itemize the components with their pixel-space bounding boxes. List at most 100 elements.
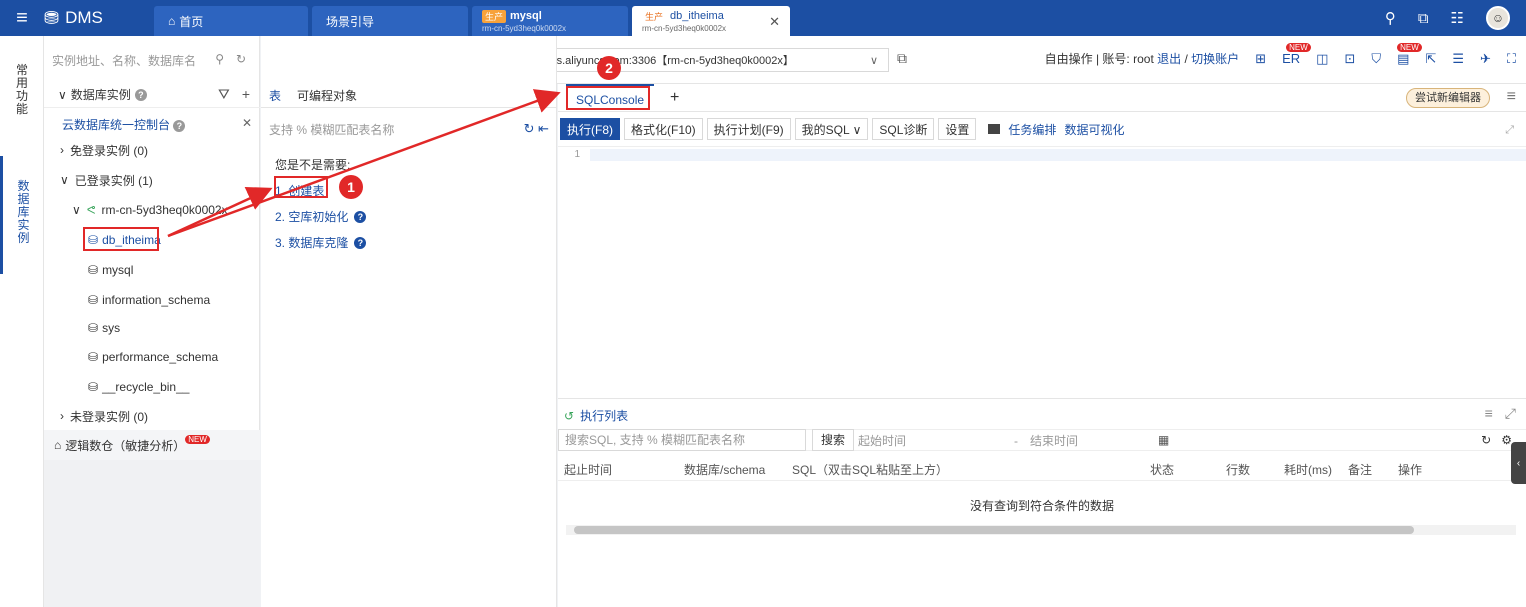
sql-window-icon[interactable]: ⧉: [1418, 10, 1429, 27]
add-tab-icon[interactable]: +: [670, 89, 679, 107]
rail-common-functions[interactable]: 常用功能: [0, 64, 44, 116]
col-remark: 备注: [1348, 463, 1373, 477]
tree-instance[interactable]: ∨ ᕙ rm-cn-5yd3heq0k0002x: [44, 200, 260, 220]
suggest-clone-db[interactable]: 3. 数据库克隆 ?: [275, 234, 367, 251]
scrollbar-thumb[interactable]: [574, 526, 1414, 534]
instance-search-input[interactable]: 实例地址、名称、数据库名 ⚲ ↻: [52, 48, 252, 72]
tab-programmable[interactable]: 可编程对象: [289, 84, 365, 108]
chevron-down-icon: ∨: [60, 173, 69, 187]
tree-db-performance-schema[interactable]: ⛁ performance_schema: [44, 347, 260, 367]
date-range-input[interactable]: 起始时间 - 结束时间: [858, 430, 1178, 452]
help-icon[interactable]: ?: [354, 236, 367, 249]
menu-icon[interactable]: ≡: [1485, 405, 1493, 422]
tree-free-login[interactable]: › 免登录实例 (0): [44, 140, 260, 160]
send-icon[interactable]: ✈: [1480, 51, 1491, 67]
chevron-down-icon: ∨: [58, 87, 67, 102]
suggest-init-db[interactable]: 2. 空库初始化 ?: [275, 208, 367, 225]
history-icon: ↺: [564, 408, 575, 423]
tree-instance-label: rm-cn-5yd3heq0k0002x: [101, 203, 228, 217]
instance-header[interactable]: ∨ 数据库实例 ? ⛛ +: [44, 82, 260, 108]
horizontal-scrollbar[interactable]: [566, 525, 1516, 535]
refresh-icon[interactable]: ↻: [524, 121, 535, 136]
fullscreen-icon[interactable]: ⛶: [1507, 51, 1516, 67]
date-separator: -: [1014, 434, 1018, 448]
filter-icon[interactable]: ⛛: [218, 86, 230, 103]
settings-button[interactable]: 设置: [938, 118, 977, 140]
expand-icon[interactable]: ⤢: [1505, 405, 1516, 422]
monitor-icon[interactable]: ◫: [1316, 51, 1328, 67]
my-sql-button[interactable]: 我的SQL ∨: [794, 118, 869, 140]
help-icon[interactable]: ?: [354, 210, 367, 223]
tab-db-itheima[interactable]: 生产 db_itheima rm-cn-5yd3heq0k0002x ✕: [632, 6, 790, 36]
hamburger-menu-icon[interactable]: ≡: [0, 0, 44, 36]
cloud-console-link[interactable]: 云数据库统一控制台 ? ✕: [62, 116, 252, 133]
rail-db-instances[interactable]: 数据库实例: [0, 156, 44, 274]
help-icon[interactable]: ?: [173, 120, 186, 132]
data-visualization-link[interactable]: 数据可视化: [1064, 121, 1124, 138]
refresh-icon[interactable]: ↻: [1481, 433, 1491, 447]
task-orchestration-link[interactable]: 任务编排: [1008, 121, 1056, 138]
collapse-icon[interactable]: ⇤: [538, 121, 549, 136]
list-icon[interactable]: ☰: [1452, 51, 1464, 67]
logout-link[interactable]: 退出: [1157, 52, 1181, 66]
help-icon[interactable]: ?: [134, 88, 147, 101]
side-panel-handle[interactable]: ‹: [1511, 442, 1526, 484]
env-badge: 生产: [642, 9, 667, 23]
tab-db-itheima-sub: rm-cn-5yd3heq0k0002x: [642, 23, 727, 33]
tab-tables[interactable]: 表: [261, 84, 289, 108]
current-line: [590, 149, 1526, 161]
tab-home[interactable]: ⌂ 首页: [154, 6, 308, 36]
avatar[interactable]: ☺: [1486, 6, 1510, 30]
grid-icon[interactable]: ⊞: [1255, 51, 1266, 67]
copy-icon[interactable]: ⧉: [897, 50, 907, 67]
exec-search-button[interactable]: 搜索: [812, 429, 855, 451]
my-sql-label: 我的SQL: [801, 123, 850, 137]
execute-button[interactable]: 执行(F8): [560, 118, 620, 140]
dms-logo[interactable]: ⛃ DMS: [44, 8, 154, 29]
instance-panel: 实例地址、名称、数据库名 ⚲ ↻ ∨ 数据库实例 ? ⛛ + 云数据库统一控制台…: [44, 36, 260, 607]
tree-db-label: sys: [102, 321, 121, 335]
expand-icon[interactable]: ⤢: [1505, 124, 1514, 137]
notes-icon[interactable]: ☷: [1451, 9, 1464, 27]
rail-common-label: 常用功能: [15, 63, 28, 116]
start-time: 起始时间: [858, 434, 907, 448]
doc-icon[interactable]: ▤ NEW: [1397, 42, 1422, 67]
tree-db-mysql[interactable]: ⛁ mysql: [44, 260, 260, 280]
new-badge: NEW: [1397, 42, 1422, 52]
exec-search-input[interactable]: 搜索SQL, 支持 % 模糊匹配表名称: [558, 429, 806, 451]
sql-diagnose-button[interactable]: SQL诊断: [872, 118, 935, 140]
tab-scenario-guide[interactable]: 场景引导: [312, 6, 468, 36]
export-icon[interactable]: ⇱: [1425, 51, 1436, 67]
rail-db-label: 数据库实例: [17, 179, 30, 245]
close-icon[interactable]: ✕: [769, 14, 780, 30]
add-icon[interactable]: +: [242, 86, 250, 103]
tree-db-recycle-bin[interactable]: ⛁ __recycle_bin__: [44, 377, 260, 397]
tree-db-sys[interactable]: ⛁ sys: [44, 318, 260, 338]
refresh-icon[interactable]: ↻: [236, 52, 246, 66]
tab-mysql[interactable]: 生产 mysql rm-cn-5yd3heq0k0002x: [472, 6, 628, 36]
shield-icon[interactable]: ⛉: [1371, 51, 1381, 67]
close-icon[interactable]: ✕: [242, 116, 252, 130]
console-link-label: 云数据库统一控制台: [62, 118, 171, 132]
search-icon[interactable]: ⚲: [215, 52, 224, 66]
tab-guide-label: 场景引导: [326, 14, 375, 29]
tree-not-logged[interactable]: › 未登录实例 (0): [44, 406, 260, 426]
instance-search-placeholder: 实例地址、名称、数据库名: [52, 53, 197, 68]
tab-home-label: 首页: [179, 14, 204, 29]
instance-icon: ᕙ: [86, 203, 96, 217]
er-diagram-button[interactable]: ER NEW: [1282, 43, 1311, 66]
menu-icon[interactable]: ≡: [1507, 88, 1516, 106]
explain-button[interactable]: 执行计划(F9): [706, 118, 791, 140]
top-bar: ≡ ⛃ DMS ⌂ 首页 场景引导 生产 mysql rm-cn-5yd3heq…: [0, 0, 1526, 36]
try-new-editor-button[interactable]: 尝试新编辑器: [1406, 88, 1490, 108]
calendar-icon[interactable]: ▦: [1158, 433, 1169, 447]
tree-logged-in[interactable]: ∨ 已登录实例 (1): [44, 170, 260, 190]
switch-account-link[interactable]: 切换账户: [1191, 52, 1239, 66]
chart-icon[interactable]: ⊡: [1344, 51, 1355, 67]
format-button[interactable]: 格式化(F10): [624, 118, 703, 140]
tree-db-information-schema[interactable]: ⛁ information_schema: [44, 290, 260, 310]
search-icon[interactable]: ⚲: [1385, 9, 1396, 27]
database-icon: ⛁: [88, 380, 99, 394]
table-search-input[interactable]: 支持 % 模糊匹配表名称 ↻ ⇤: [269, 118, 549, 140]
logic-warehouse[interactable]: ⌂ 逻辑数仓（敏捷分析） NEW: [44, 430, 260, 460]
